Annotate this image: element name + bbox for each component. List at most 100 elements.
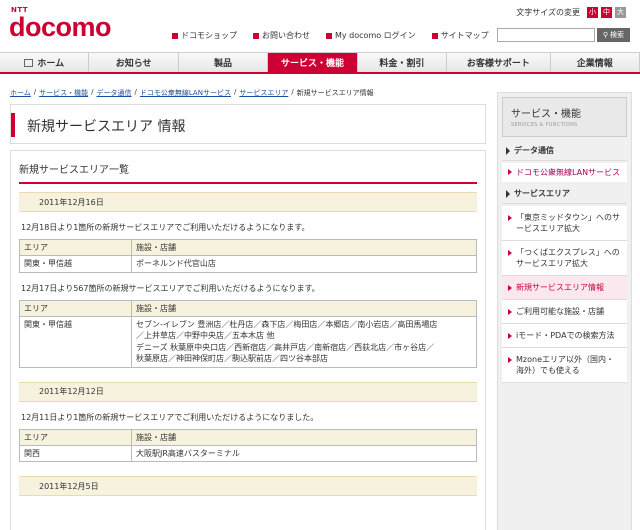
table-row: 関西 大阪駅JR高速バスターミナル [19, 444, 477, 462]
table-row: 関東・甲信越 ポーネルンド代官山店 [19, 255, 477, 273]
cell-area: 関東・甲信越 [19, 315, 132, 368]
section-title: 新規サービスエリア一覧 [19, 151, 477, 184]
area-table: エリア 施設・店舗 関東・甲信越 ポーネルンド代官山店 [19, 239, 477, 273]
search-box: ⚲ 検索 [496, 28, 630, 42]
sidebar-item-label: 「つくばエクスプレス」へのサービスエリア拡大 [516, 248, 620, 268]
nav-services-label: サービス・機能 [280, 59, 344, 69]
bullet-icon [326, 32, 332, 39]
area-table: エリア 施設・店舗 関東・甲信越 セブン-イレブン 豊洲店／杜丹店／森下店／梅田店… [19, 299, 477, 368]
search-input[interactable] [496, 28, 595, 42]
sidebar-subtitle: SERVICES & FUNCTIONS [511, 122, 578, 128]
breadcrumb-current: 新規サービスエリア情報 [296, 89, 374, 97]
nav-services[interactable]: サービス・機能 [268, 53, 358, 72]
cell-area: 関西 [19, 444, 132, 462]
font-size-large-button[interactable]: 大 [615, 7, 626, 18]
facility-line: ／上井草店／中野中央店／五本木店 他 [136, 331, 275, 340]
date-heading: 2011年12月5日 [19, 476, 477, 496]
col-facility: 施設・店舗 [131, 428, 477, 446]
nav-support[interactable]: お客様サポート [447, 53, 551, 72]
facility-line: 大阪駅JR高速バスターミナル [136, 448, 240, 458]
sidebar-header: サービス・機能 SERVICES & FUNCTIONS [502, 97, 627, 137]
nav-corporate-label: 企業情報 [576, 59, 613, 69]
sidebar-item-available-shops[interactable]: ご利用可能な施設・店舗 [502, 300, 627, 324]
facility-line: 秋葉原店／神田神保町店／駒込駅前店／四ツ谷本部店 [136, 354, 328, 363]
search-button[interactable]: ⚲ 検索 [596, 28, 630, 42]
col-facility: 施設・店舗 [131, 239, 477, 256]
utility-links: ドコモショップ お問い合わせ My docomo ログイン サイトマップ [172, 30, 489, 41]
sidebar-item-tsukuba[interactable]: 「つくばエクスプレス」へのサービスエリア拡大 [502, 241, 627, 276]
bullet-icon [253, 32, 259, 39]
arrow-right-icon [506, 189, 510, 198]
table-header-row: エリア 施設・店舗 [19, 428, 477, 446]
arrow-right-icon [508, 285, 512, 291]
sidebar-item-new-area[interactable]: 新規サービスエリア情報 [502, 276, 627, 300]
breadcrumb: ホーム / サービス・機能 / データ通信 / ドコモ公衆無線LANサービス / サービ… [10, 88, 374, 98]
sidebar-item-label: ご利用可能な施設・店舗 [516, 307, 604, 316]
link-contact[interactable]: お問い合わせ [253, 30, 310, 41]
nav-products[interactable]: 製品 [178, 53, 269, 72]
table-header-row: エリア 施設・店舗 [19, 239, 477, 256]
docomo-logo[interactable]: NTT docomo [9, 6, 112, 41]
nav-support-label: お客様サポート [466, 59, 530, 69]
facility-line: ポーネルンド代官山店 [136, 259, 216, 268]
font-size-label: 文字サイズの変更 [516, 8, 580, 17]
arrow-right-icon [508, 333, 512, 339]
link-mydocomo-login[interactable]: My docomo ログイン [326, 30, 416, 41]
link-sitemap[interactable]: サイトマップ [431, 30, 489, 41]
title-accent-bar [11, 113, 15, 137]
sidebar-item-imode-search[interactable]: iモード・PDAでの検索方法 [502, 324, 627, 348]
notice-text: 12月17日より567箇所の新規サービスエリアでご利用いただけるようになります。 [21, 283, 320, 293]
link-contact-label: お問い合わせ [262, 31, 310, 40]
date-heading: 2011年12月16日 [19, 192, 477, 212]
search-button-label: 検索 [610, 31, 624, 39]
breadcrumb-sep: / [33, 88, 37, 96]
sidebar-item-wlan[interactable]: ドコモ公衆無線LANサービス [502, 163, 627, 182]
nav-news[interactable]: お知らせ [89, 53, 179, 72]
arrow-right-icon [506, 146, 510, 155]
breadcrumb-sep: / [134, 88, 137, 96]
font-size-switcher: 文字サイズの変更 小 中 大 [516, 7, 626, 18]
sidebar-item-midtown[interactable]: 「東京ミッドタウン」へのサービスエリア拡大 [502, 206, 627, 241]
arrow-right-icon [508, 357, 512, 363]
sidebar-category-label: データ通信 [514, 146, 554, 155]
breadcrumb-link-area[interactable]: サービスエリア [239, 88, 288, 98]
sidebar-category-label: サービスエリア [514, 189, 570, 198]
breadcrumb-link-data[interactable]: データ通信 [97, 88, 132, 98]
breadcrumb-link-wlan[interactable]: ドコモ公衆無線LANサービス [140, 88, 231, 98]
breadcrumb-sep: / [291, 88, 294, 96]
sidebar-item-label: ドコモ公衆無線LANサービス [516, 168, 621, 177]
arrow-right-icon [508, 309, 512, 315]
link-docomo-shop[interactable]: ドコモショップ [172, 30, 237, 41]
sidebar-category-area[interactable]: サービスエリア [502, 184, 627, 204]
table-row: 関東・甲信越 セブン-イレブン 豊洲店／杜丹店／森下店／梅田店／本郷店／南小岩店… [19, 315, 477, 368]
nav-home[interactable]: ホーム [0, 53, 90, 72]
nav-corporate[interactable]: 企業情報 [550, 53, 640, 72]
notice-text: 12月11日より1箇所の新規サービスエリアでご利用いただけるようになりました。 [21, 412, 319, 422]
home-icon [24, 58, 34, 67]
sidebar-category-data[interactable]: データ通信 [502, 141, 627, 161]
notice-text: 12月18日より1箇所の新規サービスエリアでご利用いただけるようになります。 [21, 223, 310, 232]
facility-line: デニーズ 秋葉原中央口店／西新宿店／高井戸店／南新宿店／西荻北店／市ヶ谷店／ [136, 342, 435, 352]
col-area: エリア [19, 239, 132, 256]
arrow-right-icon [508, 215, 512, 221]
col-area: エリア [19, 299, 132, 317]
facility-line: セブン-イレブン 豊洲店／杜丹店／森下店／梅田店／本郷店／南小岩店／高田馬場店 [136, 319, 438, 329]
arrow-right-icon [508, 169, 512, 175]
font-size-medium-button[interactable]: 中 [601, 7, 612, 18]
nav-pricing[interactable]: 料金・割引 [357, 53, 448, 72]
font-size-small-button[interactable]: 小 [587, 7, 598, 18]
cell-facility: 大阪駅JR高速バスターミナル [131, 444, 477, 462]
col-area: エリア [19, 428, 132, 446]
link-sitemap-label: サイトマップ [440, 31, 489, 40]
breadcrumb-link-services[interactable]: サービス・機能 [39, 88, 88, 98]
cell-facility: セブン-イレブン 豊洲店／杜丹店／森下店／梅田店／本郷店／南小岩店／高田馬場店 … [131, 315, 477, 368]
breadcrumb-sep: / [91, 88, 94, 96]
breadcrumb-link-home[interactable]: ホーム [10, 88, 31, 98]
sidebar-item-mzone[interactable]: Mzoneエリア以外（国内・海外）でも使える [502, 348, 627, 383]
area-table: エリア 施設・店舗 関西 大阪駅JR高速バスターミナル [19, 428, 477, 463]
bullet-icon [172, 32, 178, 39]
header: NTT docomo ドコモショップ お問い合わせ My docomo ログイン… [0, 0, 640, 52]
global-nav: ホーム お知らせ 製品 サービス・機能 料金・割引 お客様サポート 企業情報 [0, 52, 640, 74]
sidebar-item-label: 「東京ミッドタウン」へのサービスエリア拡大 [516, 213, 620, 233]
cell-area: 関東・甲信越 [19, 255, 132, 273]
